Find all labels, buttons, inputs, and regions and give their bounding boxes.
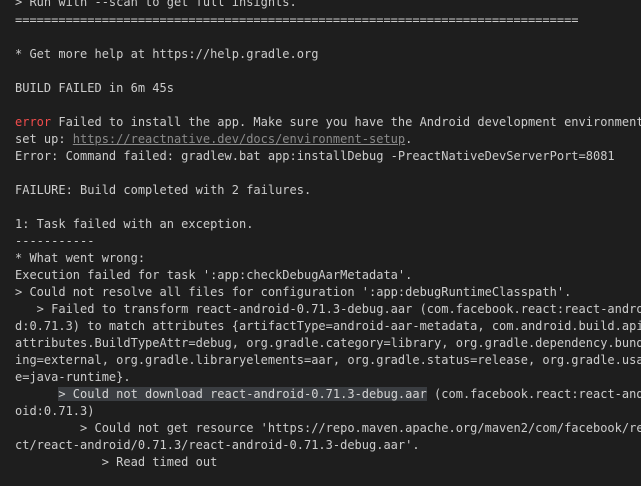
terminal-line: > Run with --scan to get full insights.	[15, 0, 297, 9]
command-failed-line: Error: Command failed: gradlew.bat app:i…	[15, 149, 615, 163]
period: .	[405, 132, 413, 146]
failure-summary-line: FAILURE: Build completed with 2 failures…	[15, 183, 312, 197]
error-line: error Failed to install the app. Make su…	[15, 114, 641, 131]
terminal-line: * Get more help at https://help.gradle.o…	[15, 47, 319, 61]
environment-setup-link[interactable]: https://reactnative.dev/docs/environment…	[73, 132, 405, 146]
could-not-resolve-line: > Could not resolve all files for config…	[15, 285, 572, 299]
transform-line: e=java-runtime}.	[15, 370, 131, 384]
transform-line: attributes.BuildTypeAttr=debug, org.grad…	[15, 336, 641, 350]
resource-line: > Could not get resource 'https://repo.m…	[15, 421, 641, 435]
download-line-cont: oid:0.71.3)	[15, 404, 95, 418]
download-line: > Could not download react-android-0.71.…	[15, 386, 641, 403]
dash-divider: -----------	[15, 234, 95, 248]
download-rest: (com.facebook.react:react-andr	[426, 387, 641, 401]
transform-line: d:0.71.3) to match attributes {artifactT…	[15, 319, 641, 333]
what-went-wrong-line: * What went wrong:	[15, 251, 146, 265]
error-message-cont: set up:	[15, 132, 73, 146]
terminal-output[interactable]: > Run with --scan to get full insights. …	[0, 0, 641, 486]
error-line-cont: set up: https://reactnative.dev/docs/env…	[15, 131, 412, 148]
error-message: Failed to install the app. Make sure you…	[51, 115, 641, 129]
divider-line: ========================================…	[15, 13, 579, 27]
execution-failed-line: Execution failed for task ':app:checkDeb…	[15, 268, 413, 282]
task-failed-line: 1: Task failed with an exception.	[15, 217, 254, 231]
transform-line: ing=external, org.gradle.libraryelements…	[15, 353, 641, 367]
transform-line: > Failed to transform react-android-0.71…	[15, 302, 641, 316]
build-failed-line: BUILD FAILED in 6m 45s	[15, 81, 174, 95]
read-timeout-line: > Read timed out	[15, 455, 218, 469]
selected-text-highlight[interactable]: > Could not download react-android-0.71.…	[58, 387, 427, 401]
error-label: error	[15, 115, 52, 129]
resource-line-cont: ct/react-android/0.71.3/react-android-0.…	[15, 438, 420, 452]
